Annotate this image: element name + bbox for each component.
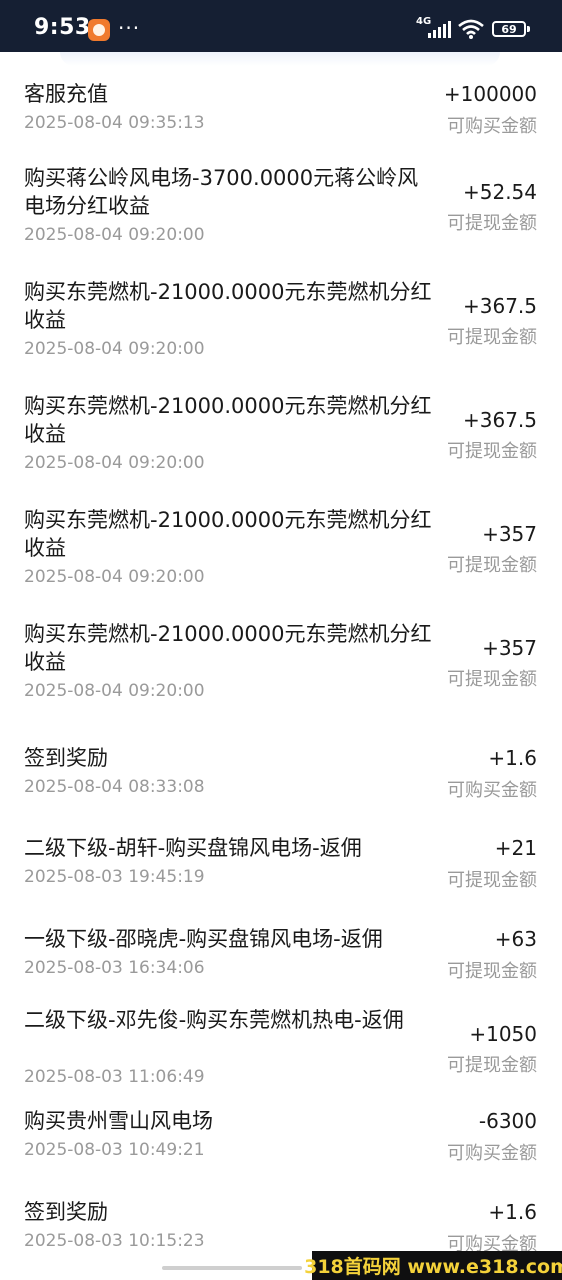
transaction-type: 可购买金额 xyxy=(447,1143,537,1164)
transaction-row[interactable]: 二级下级-邓先俊-购买东莞燃机热电-返佣 2025-08-03 11:06:49 +… xyxy=(0,1002,562,1093)
status-time: 9:53 xyxy=(34,15,91,40)
transaction-title: 购买东莞燃机-21000.0000元东莞燃机分红收益 xyxy=(24,622,432,674)
transaction-row[interactable]: 购买东莞燃机-21000.0000元东莞燃机分红收益 2025-08-04 09:… xyxy=(0,616,562,730)
transaction-date: 2025-08-03 16:34:06 xyxy=(24,958,205,978)
transaction-date: 2025-08-04 09:20:00 xyxy=(24,225,205,245)
transaction-type: 可提现金额 xyxy=(447,213,537,234)
transaction-row[interactable]: 二级下级-胡轩-购买盘锦风电场-返佣 2025-08-03 19:45:19 +21… xyxy=(0,820,562,911)
transaction-type: 可购买金额 xyxy=(447,780,537,801)
transaction-title: 购买贵州雪山风电场 xyxy=(24,1109,213,1133)
transaction-type: 可提现金额 xyxy=(447,555,537,576)
transaction-amount: +357 xyxy=(482,636,537,660)
transaction-type: 可提现金额 xyxy=(447,669,537,690)
transaction-amount: +367.5 xyxy=(462,408,537,432)
transaction-title: 购买东莞燃机-21000.0000元东莞燃机分红收益 xyxy=(24,394,432,446)
transaction-amount: +1.6 xyxy=(488,1200,537,1224)
transaction-type: 可提现金额 xyxy=(447,1055,537,1076)
transaction-type: 可提现金额 xyxy=(447,441,537,462)
transaction-title: 二级下级-胡轩-购买盘锦风电场-返佣 xyxy=(24,836,362,860)
transaction-title: 签到奖励 xyxy=(24,746,108,770)
transaction-date: 2025-08-03 19:45:19 xyxy=(24,867,205,887)
transaction-amount: -6300 xyxy=(478,1109,537,1133)
transaction-title: 一级下级-邵晓虎-购买盘锦风电场-返佣 xyxy=(24,927,383,951)
header-shadow xyxy=(60,52,500,66)
watermark: 318首码网 www.e318.com xyxy=(304,1251,562,1280)
transaction-date: 2025-08-03 10:49:21 xyxy=(24,1140,205,1160)
transaction-date: 2025-08-04 09:35:13 xyxy=(24,113,205,133)
battery-level: 69 xyxy=(501,22,517,36)
transaction-title: 购买东莞燃机-21000.0000元东莞燃机分红收益 xyxy=(24,508,432,560)
status-bar: 9:53 ··· 4G 69 xyxy=(0,0,562,52)
transaction-row[interactable]: 签到奖励 2025-08-04 08:33:08 +1.6 可购买金额 xyxy=(0,730,562,820)
transaction-amount: +357 xyxy=(482,522,537,546)
transaction-date: 2025-08-04 09:20:00 xyxy=(24,681,205,701)
transaction-type: 可购买金额 xyxy=(447,116,537,137)
transaction-date: 2025-08-03 11:06:49 xyxy=(24,1067,205,1087)
transaction-date: 2025-08-03 10:15:23 xyxy=(24,1231,205,1251)
transaction-row[interactable]: 购买东莞燃机-21000.0000元东莞燃机分红收益 2025-08-04 09:… xyxy=(0,388,562,502)
transaction-title: 二级下级-邓先俊-购买东莞燃机热电-返佣 xyxy=(24,1008,404,1032)
more-notifications-icon: ··· xyxy=(118,16,141,40)
signal-icon xyxy=(428,21,451,38)
wifi-icon xyxy=(458,19,484,39)
transaction-row[interactable]: 购买东莞燃机-21000.0000元东莞燃机分红收益 2025-08-04 09:… xyxy=(0,274,562,388)
transaction-date: 2025-08-04 08:33:08 xyxy=(24,777,205,797)
battery-icon: 69 xyxy=(492,21,530,37)
transaction-row[interactable]: 一级下级-邵晓虎-购买盘锦风电场-返佣 2025-08-03 16:34:06 +6… xyxy=(0,911,562,1002)
app-notification-icon xyxy=(88,19,110,41)
transaction-amount: +1050 xyxy=(469,1022,537,1046)
transaction-date: 2025-08-04 09:20:00 xyxy=(24,453,205,473)
transaction-title: 客服充值 xyxy=(24,82,108,106)
transaction-amount: +1.6 xyxy=(488,746,537,770)
transaction-row[interactable]: 购买贵州雪山风电场 2025-08-03 10:49:21 -6300 可购买金额 xyxy=(0,1093,562,1184)
transaction-amount: +100000 xyxy=(443,82,537,106)
transaction-type: 可提现金额 xyxy=(447,870,537,891)
transaction-title: 签到奖励 xyxy=(24,1200,108,1224)
transaction-type: 可提现金额 xyxy=(447,961,537,982)
transaction-date: 2025-08-04 09:20:00 xyxy=(24,339,205,359)
transaction-list: 客服充值 2025-08-04 09:35:13 +100000 可购买金额 购买蒋公岭… xyxy=(0,66,562,1275)
transaction-row[interactable]: 购买东莞燃机-21000.0000元东莞燃机分红收益 2025-08-04 09:… xyxy=(0,502,562,616)
transaction-row[interactable]: 购买蒋公岭风电场-3700.0000元蒋公岭风电场分红收益 2025-08-04 … xyxy=(0,160,562,274)
transaction-amount: +367.5 xyxy=(462,294,537,318)
transaction-title: 购买东莞燃机-21000.0000元东莞燃机分红收益 xyxy=(24,280,432,332)
home-indicator[interactable] xyxy=(162,1266,302,1270)
transaction-date: 2025-08-04 09:20:00 xyxy=(24,567,205,587)
transaction-type: 可提现金额 xyxy=(447,327,537,348)
transaction-amount: +52.54 xyxy=(462,180,537,204)
transaction-title: 购买蒋公岭风电场-3700.0000元蒋公岭风电场分红收益 xyxy=(24,166,419,218)
transaction-row[interactable]: 客服充值 2025-08-04 09:35:13 +100000 可购买金额 xyxy=(0,66,562,160)
transaction-amount: +21 xyxy=(494,836,537,860)
transaction-amount: +63 xyxy=(494,927,537,951)
